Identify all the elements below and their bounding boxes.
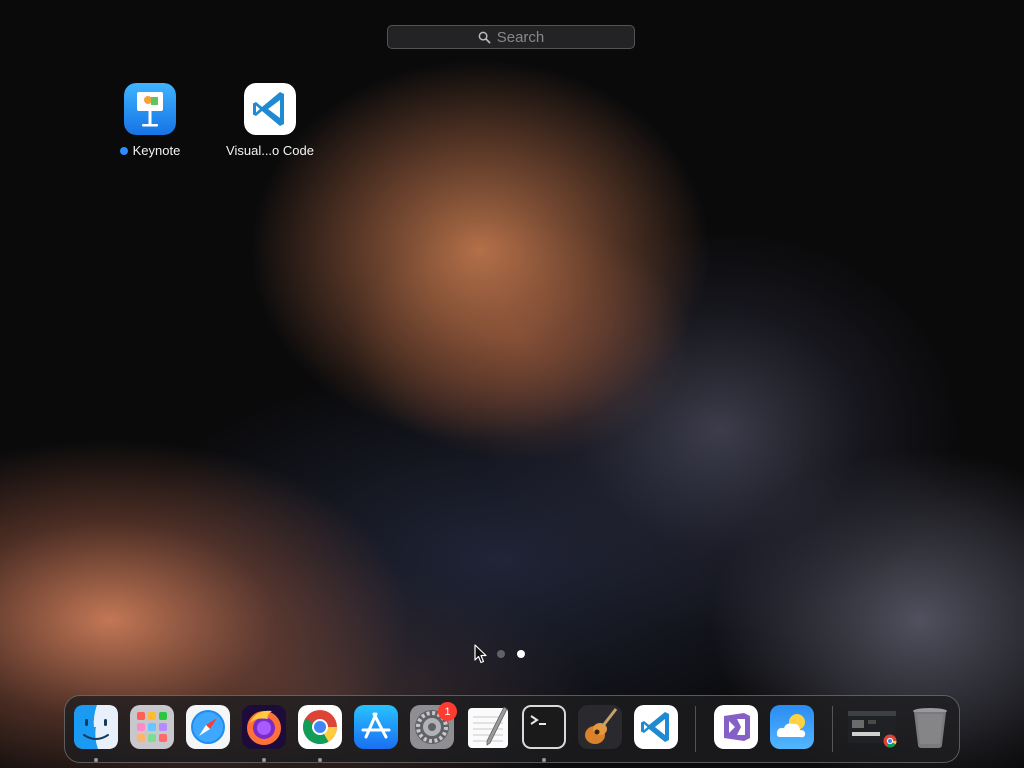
vscode-icon <box>634 705 678 749</box>
new-app-dot <box>119 146 128 155</box>
dock <box>64 695 960 763</box>
app-label: Visual...o Code <box>226 143 314 158</box>
dock-separator <box>832 706 833 752</box>
weather-icon <box>770 705 814 749</box>
finder-icon <box>74 705 118 749</box>
notification-badge: 1 <box>438 702 457 721</box>
app-store-icon <box>354 705 398 749</box>
trash-icon <box>913 708 947 748</box>
vscode-icon <box>244 83 296 135</box>
dock-finder[interactable] <box>74 705 118 749</box>
launchpad-icon <box>130 705 174 749</box>
dock-trash[interactable] <box>908 705 952 749</box>
page-dot-2[interactable] <box>517 650 525 658</box>
dock-visual-studio-code[interactable] <box>634 705 678 749</box>
keynote-icon <box>124 83 176 135</box>
running-indicator <box>542 758 546 762</box>
chrome-icon <box>298 705 342 749</box>
app-visual-studio-code[interactable]: Visual...o Code <box>210 83 330 158</box>
terminal-icon <box>522 705 566 749</box>
dock-safari[interactable] <box>186 705 230 749</box>
page-dot-1[interactable] <box>497 650 505 658</box>
safari-icon <box>186 705 230 749</box>
running-indicator <box>262 758 266 762</box>
dock-firefox[interactable] <box>242 705 286 749</box>
dock-textedit[interactable] <box>466 705 510 749</box>
app-label: Keynote <box>132 143 181 158</box>
running-indicator <box>94 758 98 762</box>
visual-studio-icon <box>714 705 758 749</box>
dock-weather[interactable] <box>770 705 814 749</box>
dock-garageband[interactable] <box>578 705 622 749</box>
garageband-icon <box>578 705 622 749</box>
dock-chrome-window[interactable] <box>848 705 897 749</box>
search-placeholder: Search <box>496 28 545 46</box>
chrome-window-thumbnail-icon <box>848 711 897 748</box>
dock-chrome[interactable] <box>298 705 342 749</box>
textedit-icon <box>468 706 508 748</box>
page-indicator <box>497 650 525 658</box>
dock-terminal[interactable] <box>522 705 566 749</box>
running-indicator <box>318 758 322 762</box>
search-field[interactable]: Search <box>387 25 635 49</box>
dock-separator <box>695 706 696 752</box>
search-icon <box>478 31 491 43</box>
firefox-icon <box>242 705 286 749</box>
dock-app-store[interactable] <box>354 705 398 749</box>
dock-launchpad[interactable] <box>130 705 174 749</box>
app-keynote[interactable]: Keynote <box>90 83 210 158</box>
dock-visual-studio[interactable] <box>714 705 758 749</box>
mouse-cursor-icon <box>474 644 487 664</box>
